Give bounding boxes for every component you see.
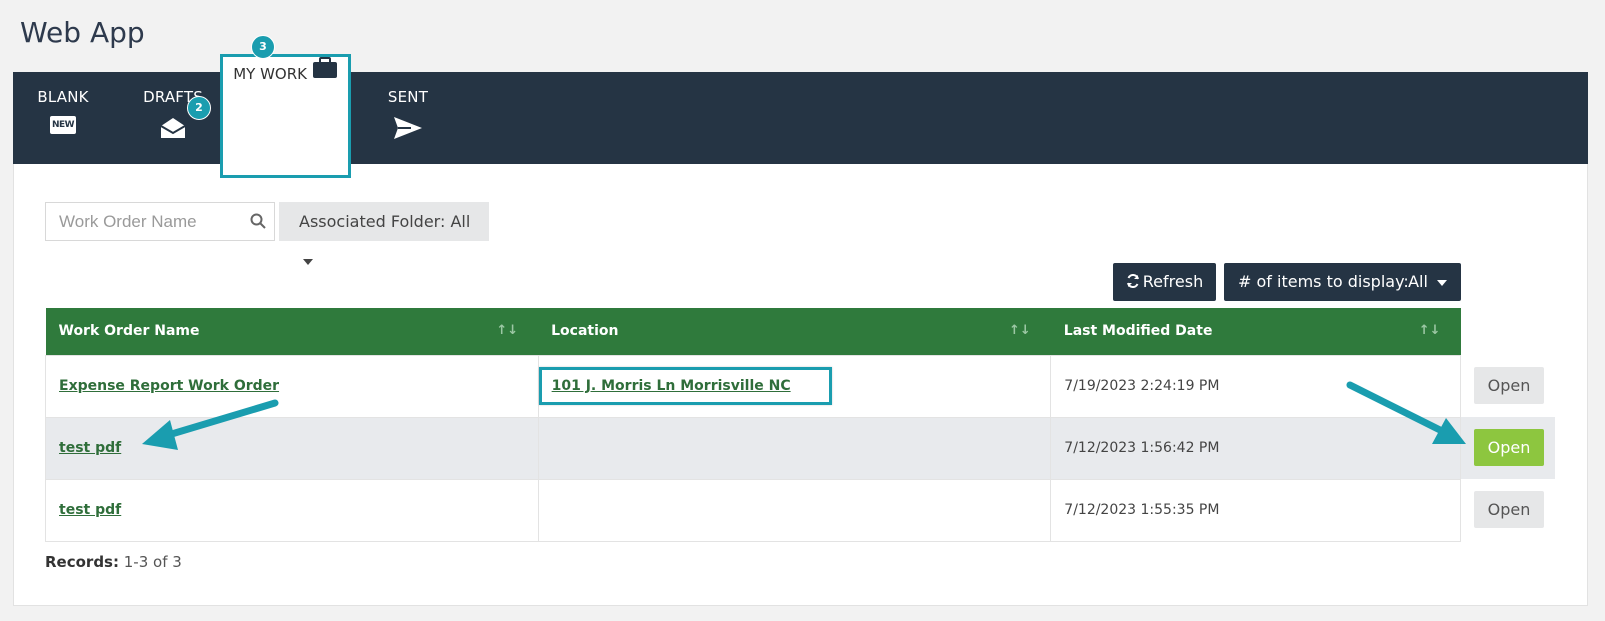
cell-last-modified: 7/19/2023 2:24:19 PM [1050, 354, 1461, 418]
cell-last-modified: 7/12/2023 1:55:35 PM [1050, 478, 1461, 542]
column-header-last-modified[interactable]: Last Modified Date ↑↓ [1050, 308, 1461, 355]
cell-last-modified: 7/12/2023 1:56:42 PM [1050, 416, 1461, 480]
table-header-row: Work Order Name ↑↓ Location ↑↓ Last Modifi… [45, 308, 1461, 355]
table-row: Expense Report Work Order 101 J. Morris … [45, 354, 1461, 418]
work-order-link[interactable]: test pdf [59, 440, 121, 456]
paper-plane-icon [393, 116, 423, 140]
tab-sent[interactable]: SENT [373, 72, 443, 164]
location-link[interactable]: 101 J. Morris Ln Morrisville NC [552, 378, 791, 394]
location-highlight: 101 J. Morris Ln Morrisville NC [538, 367, 832, 405]
refresh-icon [1126, 264, 1140, 302]
sort-icon[interactable]: ↑↓ [496, 323, 518, 338]
cell-work-order-name: test pdf [45, 416, 539, 480]
folder-filter-label: Associated Folder: All [299, 212, 471, 231]
items-to-display-label: # of items to display: [1238, 272, 1409, 291]
open-button-primary[interactable]: Open [1474, 429, 1544, 466]
briefcase-icon: 3 [251, 35, 338, 83]
records-summary: Records: 1-3 of 3 [45, 553, 182, 571]
refresh-button[interactable]: Refresh [1113, 263, 1216, 301]
tab-drafts[interactable]: DRAFTS 2 [133, 72, 213, 164]
records-label: Records: [45, 553, 119, 571]
work-order-link[interactable]: Expense Report Work Order [59, 378, 279, 394]
work-order-search [45, 202, 275, 241]
work-orders-table: Work Order Name ↑↓ Location ↑↓ Last Modifi… [45, 308, 1461, 542]
refresh-label: Refresh [1142, 272, 1204, 291]
tab-blank[interactable]: BLANK NEW [33, 72, 93, 164]
column-header-work-order-name[interactable]: Work Order Name ↑↓ [45, 308, 539, 355]
cell-work-order-name: Expense Report Work Order [45, 354, 539, 418]
open-button[interactable]: Open [1474, 491, 1544, 528]
search-input[interactable] [46, 203, 236, 240]
sort-icon[interactable]: ↑↓ [1009, 323, 1031, 338]
new-icon: NEW [50, 116, 76, 134]
table-row: test pdf 7/12/2023 1:56:42 PM [45, 416, 1461, 480]
tab-blank-label: BLANK [37, 88, 89, 106]
search-icon[interactable] [250, 213, 266, 233]
envelope-open-icon: 2 [159, 96, 211, 140]
items-to-display-value: All [1408, 272, 1428, 291]
my-work-count-badge: 3 [251, 35, 275, 59]
app-title: Web App [20, 16, 145, 49]
records-value: 1-3 of 3 [123, 553, 182, 571]
items-to-display-dropdown[interactable]: # of items to display: All [1224, 263, 1461, 301]
cell-work-order-name: test pdf [45, 478, 539, 542]
tab-my-work-label: MY WORK [233, 65, 307, 83]
column-header-location[interactable]: Location ↑↓ [538, 308, 1051, 355]
open-button[interactable]: Open [1474, 367, 1544, 404]
cell-location [537, 416, 1052, 480]
cell-location [537, 478, 1052, 542]
table-row: test pdf 7/12/2023 1:55:35 PM [45, 478, 1461, 542]
cell-location: 101 J. Morris Ln Morrisville NC [537, 354, 1052, 418]
sort-icon[interactable]: ↑↓ [1419, 323, 1441, 338]
associated-folder-dropdown[interactable]: Associated Folder: All [279, 202, 489, 265]
drafts-count-badge: 2 [187, 96, 211, 120]
tab-sent-label: SENT [387, 88, 429, 106]
work-order-link[interactable]: test pdf [59, 502, 121, 518]
chevron-down-icon [303, 258, 313, 265]
tab-my-work[interactable]: MY WORK 3 [220, 35, 351, 178]
chevron-down-icon [1437, 279, 1447, 286]
